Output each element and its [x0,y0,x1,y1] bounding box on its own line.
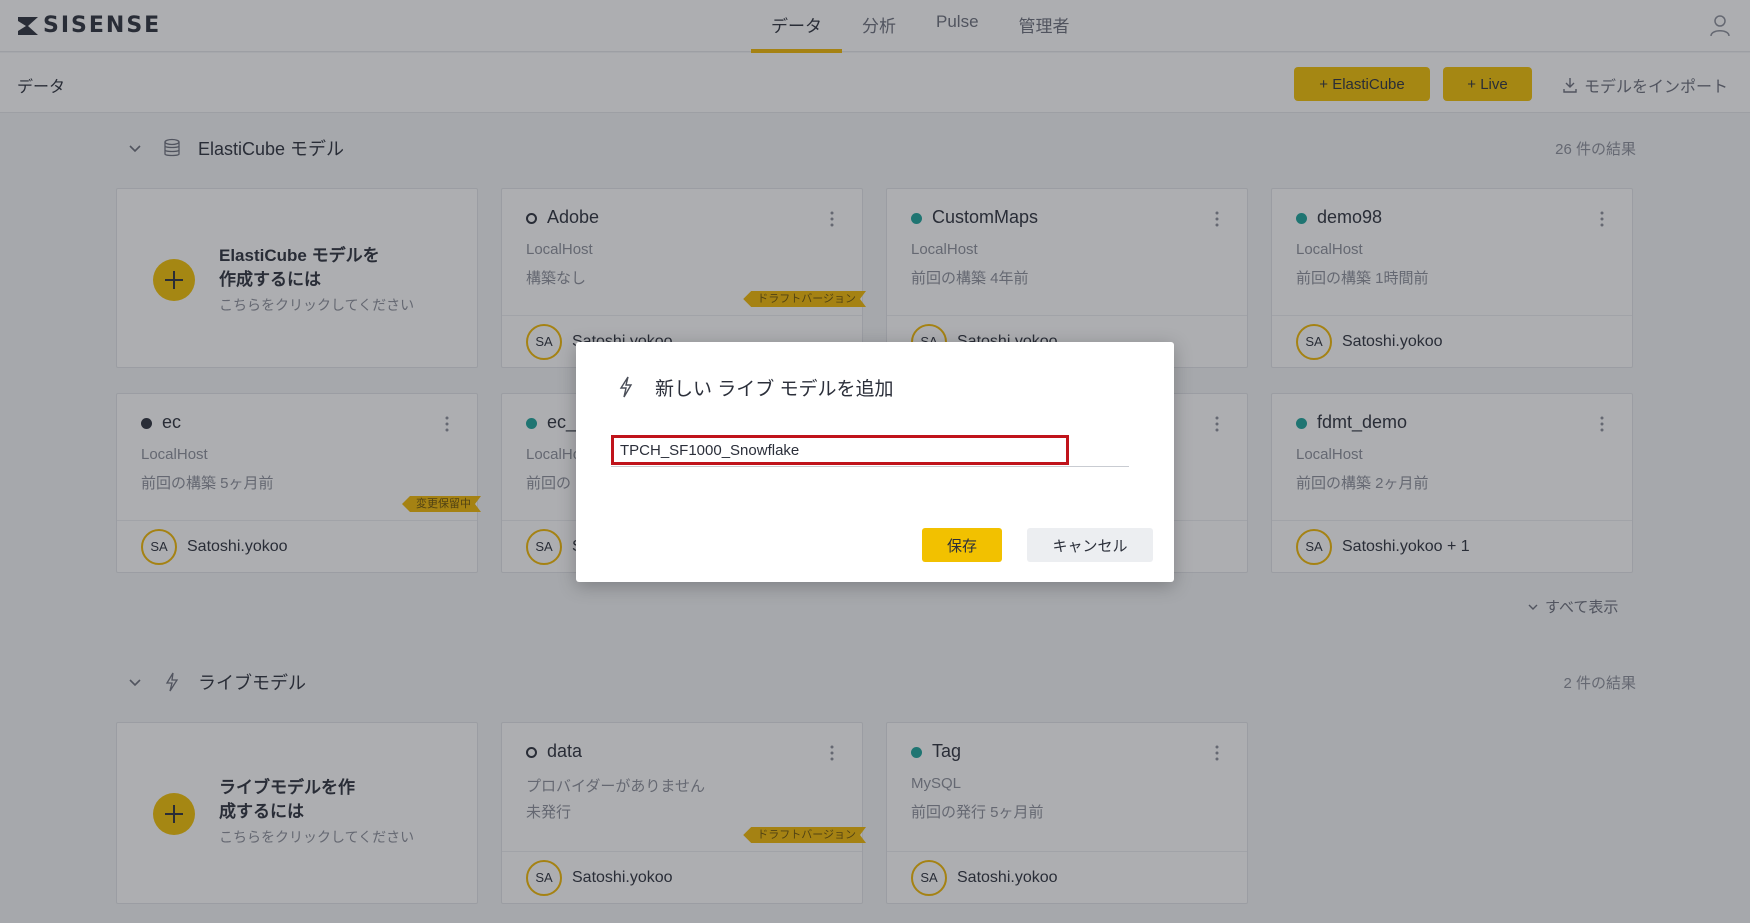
input-underline [611,466,1129,467]
cancel-button[interactable]: キャンセル [1027,528,1153,562]
save-button[interactable]: 保存 [922,528,1002,562]
dialog-title: 新しい ライブ モデルを追加 [655,379,894,400]
lightning-icon [619,376,633,398]
add-live-model-dialog: 新しい ライブ モデルを追加 保存 キャンセル [576,342,1174,582]
model-name-input[interactable] [611,435,1069,465]
